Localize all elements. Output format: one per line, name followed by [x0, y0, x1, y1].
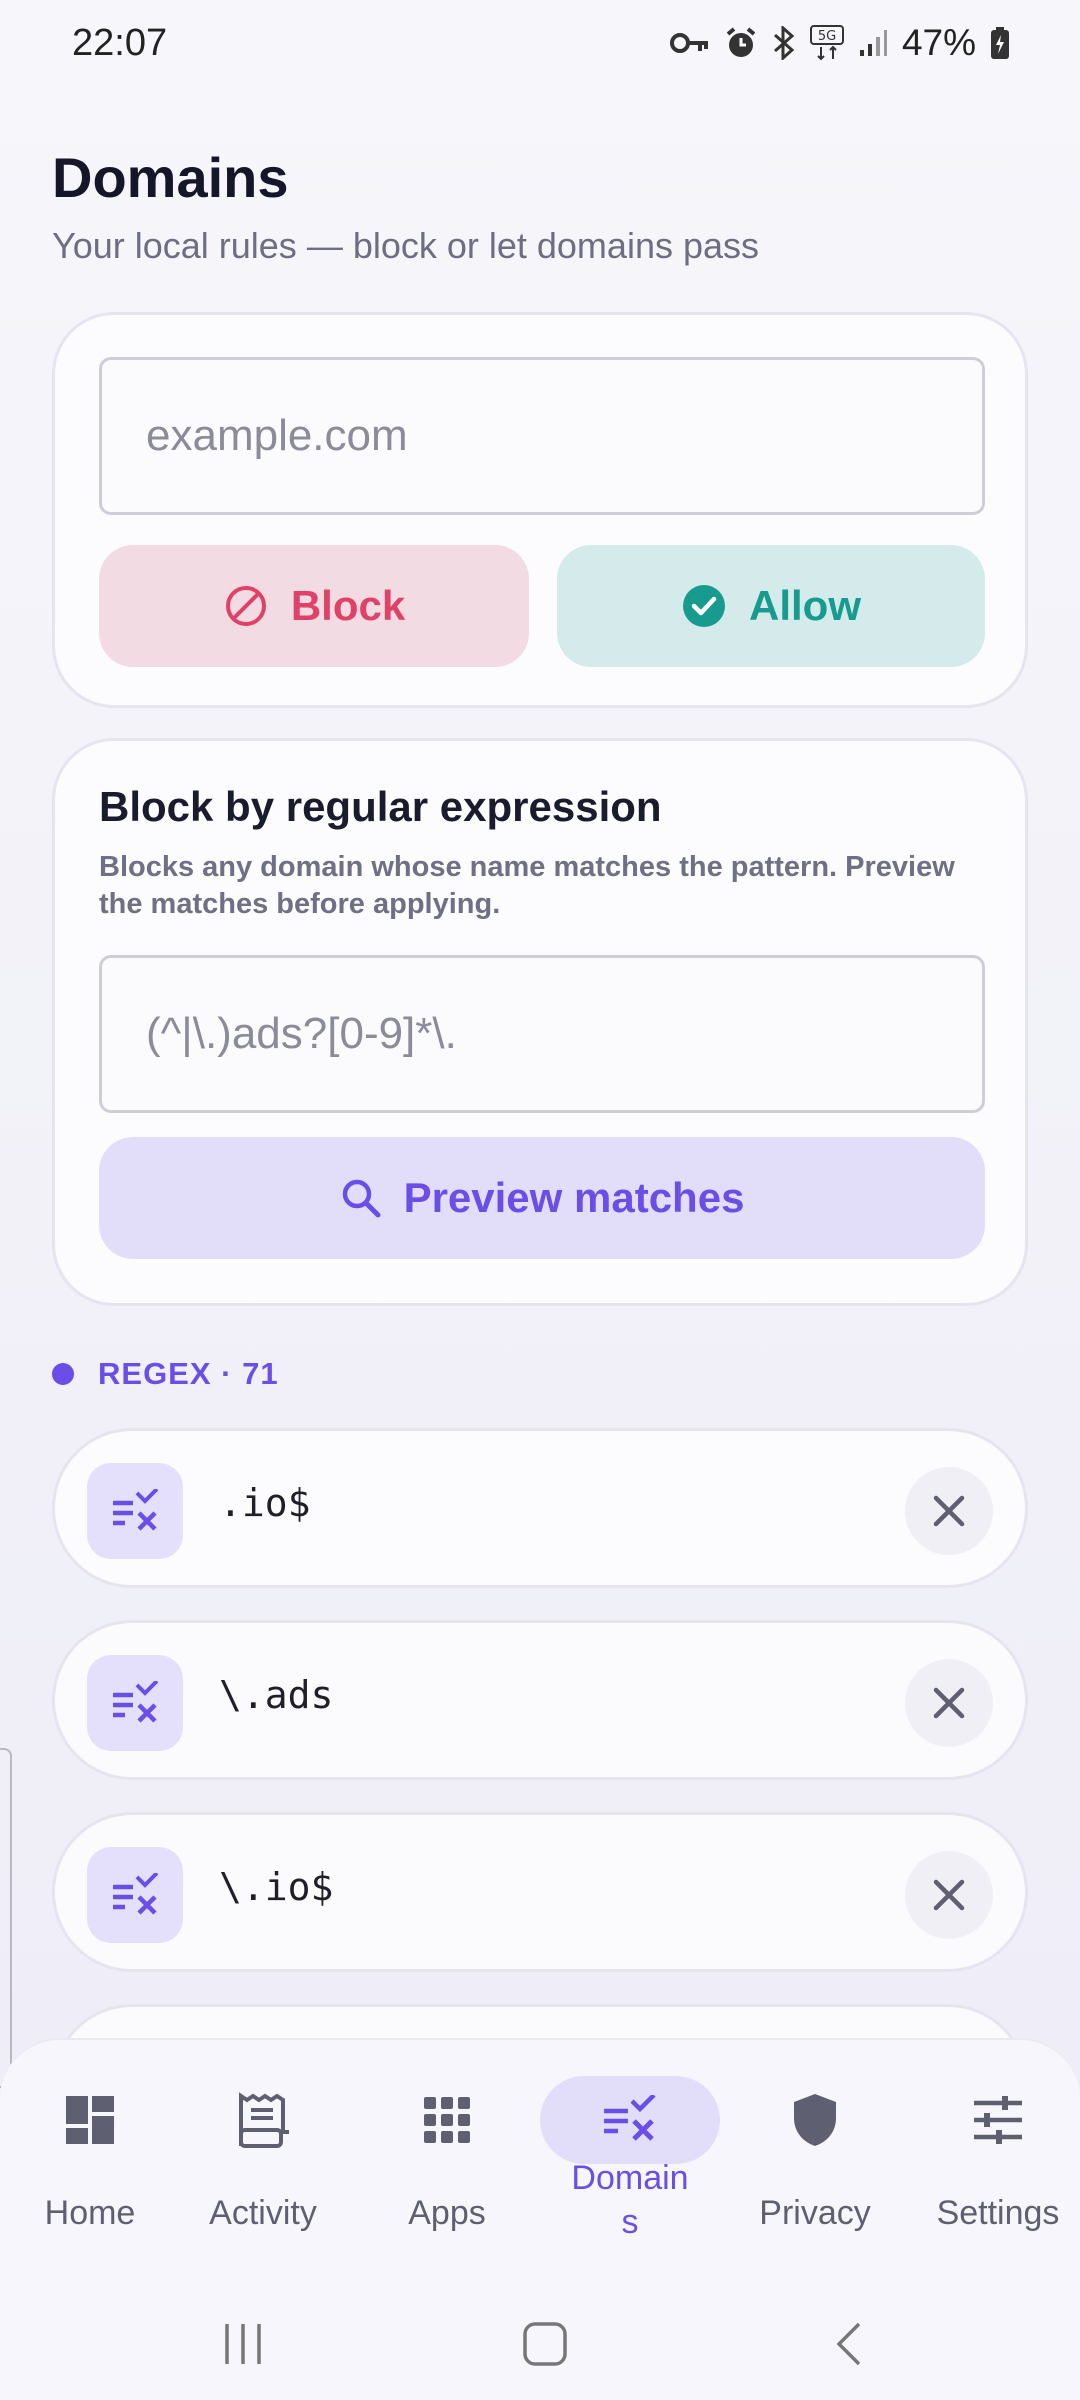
nav-label-settings: Settings — [936, 2194, 1060, 2232]
remove-rule-button[interactable] — [905, 1659, 993, 1747]
close-icon — [933, 1495, 965, 1527]
vpn-key-icon — [669, 33, 708, 53]
search-icon — [342, 1179, 381, 1218]
5g-icon: 5G — [809, 25, 844, 61]
nav-item-apps[interactable]: Apps — [357, 2040, 537, 2270]
block-button[interactable]: Block — [99, 545, 529, 667]
nav-label-home: Home — [44, 2194, 136, 2232]
regex-card: Block by regular expression Blocks any d… — [52, 738, 1028, 1306]
domain-input-placeholder: example.com — [146, 411, 408, 460]
regex-card-title: Block by regular expression — [99, 783, 662, 830]
rule-pattern: .io$ — [219, 1481, 311, 1525]
rule-icon — [540, 2076, 720, 2164]
nav-item-activity[interactable]: Activity — [173, 2040, 353, 2270]
nav-item-privacy[interactable]: Privacy — [725, 2040, 905, 2270]
alarm-icon — [726, 27, 756, 57]
receipt-icon — [173, 2076, 353, 2164]
remove-rule-button[interactable] — [905, 1851, 993, 1939]
domains-screen: 22:07 5G 47% Domains Your local rules — … — [0, 0, 1080, 2400]
nav-label-apps: Apps — [408, 2194, 486, 2232]
block-button-label: Block — [290, 582, 406, 629]
regex-rule-row: \.ads — [52, 1620, 1028, 1780]
rule-icon — [87, 1847, 183, 1943]
rule-icon — [87, 1655, 183, 1751]
rule-pattern: \.ads — [219, 1673, 334, 1717]
nav-item-settings[interactable]: Settings — [908, 2040, 1080, 2270]
back-button[interactable] — [808, 2314, 888, 2374]
tune-icon — [908, 2076, 1080, 2164]
remove-rule-button[interactable] — [905, 1467, 993, 1555]
dashboard-icon — [0, 2076, 180, 2164]
rule-icon — [87, 1463, 183, 1559]
preview-matches-label: Preview matches — [403, 1174, 745, 1221]
add-domain-card: example.com Block Allow — [52, 312, 1028, 708]
status-icons: 5G 47% — [669, 22, 1010, 64]
close-icon — [933, 1687, 965, 1719]
back-icon — [836, 2322, 861, 2366]
nav-label-privacy: Privacy — [759, 2194, 871, 2232]
apps-grid-icon — [357, 2076, 537, 2164]
signal-icon — [859, 30, 887, 56]
close-icon — [933, 1879, 965, 1911]
block-icon — [225, 586, 266, 626]
nav-item-domains[interactable]: Domains — [540, 2040, 720, 2270]
check-circle-icon — [683, 585, 725, 627]
allow-button-label: Allow — [749, 582, 861, 629]
regex-input-placeholder: (^|\.)ads?[0-9]*\. — [146, 1009, 457, 1058]
regex-card-description: Blocks any domain whose name matches the… — [99, 851, 955, 920]
battery-percent: 47% — [901, 22, 976, 63]
domain-input[interactable]: example.com — [99, 357, 985, 515]
allow-button[interactable]: Allow — [557, 545, 985, 667]
home-icon — [523, 2322, 567, 2366]
page-title: Domains — [52, 146, 289, 209]
status-bar: 22:07 5G 47% — [0, 0, 1080, 90]
status-time: 22:07 — [72, 22, 168, 64]
page-subtitle: Your local rules — block or let domains … — [52, 225, 760, 266]
regex-rule-row: .io$ — [52, 1428, 1028, 1588]
battery-charging-icon — [991, 27, 1009, 59]
section-dot — [52, 1363, 74, 1385]
regex-input[interactable]: (^|\.)ads?[0-9]*\. — [99, 955, 985, 1113]
bluetooth-icon — [773, 26, 795, 60]
nav-item-home[interactable]: Home — [0, 2040, 180, 2270]
shield-icon — [725, 2076, 905, 2164]
preview-matches-button[interactable]: Preview matches — [99, 1137, 985, 1259]
recents-button[interactable] — [203, 2314, 283, 2374]
network-label: 5G — [818, 29, 836, 44]
nav-label-activity: Activity — [209, 2194, 317, 2232]
edge-panel-handle[interactable] — [0, 1748, 12, 2088]
rule-pattern: \.io$ — [219, 1865, 334, 1909]
home-button[interactable] — [505, 2314, 585, 2374]
regex-section-label: REGEX · 71 — [98, 1356, 279, 1391]
regex-rule-row: \.io$ — [52, 1812, 1028, 1972]
system-navigation-bar — [0, 2290, 1080, 2400]
nav-label-domains: Domains — [571, 2159, 689, 2241]
recents-icon — [225, 2324, 261, 2364]
regex-section-header: REGEX · 71 — [52, 1356, 279, 1392]
